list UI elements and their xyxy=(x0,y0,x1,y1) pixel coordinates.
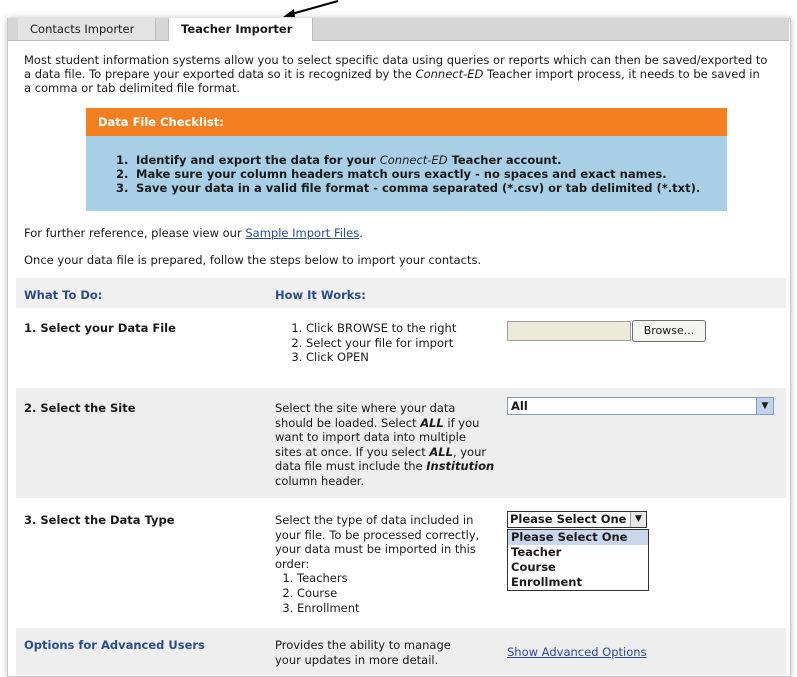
show-advanced-options-link[interactable]: Show Advanced Options xyxy=(507,645,647,659)
advanced-options-row: Options for Advanced Users Provides the … xyxy=(16,628,786,675)
option-please-select[interactable]: Please Select One xyxy=(508,530,648,545)
option-teacher[interactable]: Teacher xyxy=(508,545,648,560)
steps-header: What To Do: How It Works: xyxy=(16,278,786,308)
advanced-description: Provides the ability to manage your upda… xyxy=(275,638,451,667)
step-title: 3. Select the Data Type xyxy=(24,513,175,527)
what-to-do-header: What To Do: xyxy=(24,288,103,302)
browse-button[interactable]: Browse... xyxy=(632,320,706,342)
step-title: 2. Select the Site xyxy=(24,401,136,415)
sample-import-files-link[interactable]: Sample Import Files xyxy=(245,226,359,240)
tab-bar: Contacts Importer Teacher Importer xyxy=(8,18,789,41)
chevron-down-icon[interactable]: ▼ xyxy=(630,512,646,527)
chevron-down-icon[interactable]: ▼ xyxy=(756,398,773,414)
tab-contacts-importer[interactable]: Contacts Importer xyxy=(18,18,156,40)
intro-text: Most student information systems allow y… xyxy=(24,53,768,95)
step-description: Select the site where your data should b… xyxy=(275,401,495,488)
checklist-items: 1. Identify and export the data for your … xyxy=(86,136,727,211)
checklist-title: Data File Checklist: xyxy=(86,108,727,136)
step-title: 1. Select your Data File xyxy=(24,321,176,335)
checklist-item: 3. Save your data in a valid file format … xyxy=(116,181,701,195)
step-instructions: Click BROWSE to the right Select your fi… xyxy=(284,321,456,365)
data-type-options: Please Select One Teacher Course Enrollm… xyxy=(507,529,649,591)
tab-teacher-importer[interactable]: Teacher Importer xyxy=(168,18,313,41)
checklist-item: 1. Identify and export the data for your … xyxy=(116,153,562,167)
data-type-select[interactable]: Please Select One ▼ xyxy=(507,511,647,528)
step-select-data-type: 3. Select the Data Type Select the type … xyxy=(16,500,786,622)
data-file-checklist: Data File Checklist: 1. Identify and expo… xyxy=(86,108,727,211)
brand-name: Connect-ED xyxy=(415,67,484,81)
site-select[interactable]: All ▼ xyxy=(507,397,774,415)
step-description: Select the type of data included in your… xyxy=(275,513,500,615)
pointer-arrow-icon xyxy=(283,0,339,17)
checklist-item: 2. Make sure your column headers match ou… xyxy=(116,167,667,181)
how-it-works-header: How It Works: xyxy=(275,288,366,302)
file-path-input[interactable] xyxy=(507,321,631,341)
option-enrollment[interactable]: Enrollment xyxy=(508,575,648,590)
prepared-text: Once your data file is prepared, follow … xyxy=(24,253,482,267)
step-select-site: 2. Select the Site Select the site where… xyxy=(16,388,786,498)
option-course[interactable]: Course xyxy=(508,560,648,575)
reference-text: For further reference, please view our S… xyxy=(24,226,363,240)
step-select-file: 1. Select your Data File Click BROWSE to… xyxy=(16,308,786,380)
advanced-title: Options for Advanced Users xyxy=(24,638,205,652)
